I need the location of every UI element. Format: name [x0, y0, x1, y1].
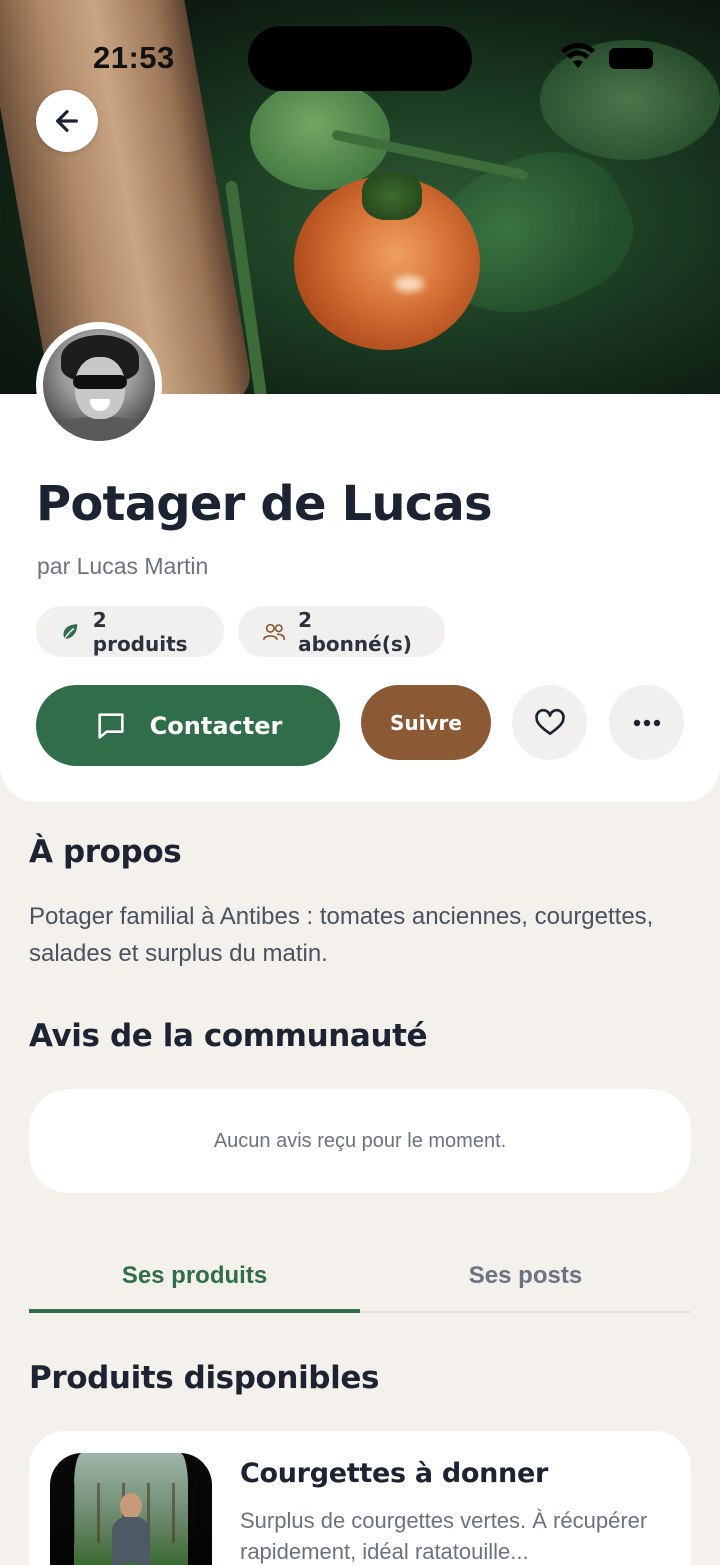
reviews-heading: Avis de la communauté — [29, 1018, 428, 1054]
products-count-chip: 2 produits — [36, 606, 224, 657]
content-tabs: Ses produits Ses posts — [29, 1240, 691, 1313]
product-image — [50, 1453, 212, 1565]
tab-products[interactable]: Ses produits — [29, 1240, 360, 1313]
heart-icon — [534, 708, 565, 735]
battery-icon — [609, 48, 653, 69]
favorite-button[interactable] — [512, 685, 587, 760]
follow-label: Suivre — [390, 710, 462, 735]
page-title: Potager de Lucas — [36, 476, 493, 532]
owner-byline: par Lucas Martin — [37, 553, 209, 579]
wifi-icon — [561, 42, 595, 68]
product-name[interactable]: Courgettes à donner — [240, 1458, 548, 1489]
products-heading: Produits disponibles — [29, 1360, 379, 1396]
product-description: Surplus de courgettes vertes. À récupére… — [240, 1508, 648, 1564]
more-options-button[interactable] — [609, 685, 684, 760]
arrow-left-icon — [56, 110, 78, 132]
reviews-empty-state: Aucun avis reçu pour le moment. — [29, 1089, 691, 1193]
about-heading: À propos — [29, 834, 182, 870]
back-button[interactable] — [36, 90, 98, 152]
dynamic-island — [248, 26, 472, 91]
about-text: Potager familial à Antibes : tomates anc… — [29, 903, 654, 967]
avatar[interactable] — [36, 322, 162, 448]
users-icon — [263, 623, 286, 640]
reviews-empty-text: Aucun avis reçu pour le moment. — [213, 1129, 507, 1152]
message-square-icon — [98, 712, 124, 739]
followers-count-chip[interactable]: 2 abonné(s) — [238, 606, 445, 657]
status-time: 21:53 — [93, 40, 175, 75]
tab-posts[interactable]: Ses posts — [360, 1240, 691, 1311]
more-horizontal-icon — [633, 719, 660, 726]
contact-label: Contacter — [149, 711, 283, 740]
follow-button[interactable]: Suivre — [361, 685, 491, 760]
leaf-icon — [63, 623, 78, 640]
followers-count-label: 2 abonné(s) — [298, 607, 412, 656]
contact-button[interactable]: Contacter — [36, 685, 340, 766]
products-count-label: 2 produits — [92, 607, 188, 656]
